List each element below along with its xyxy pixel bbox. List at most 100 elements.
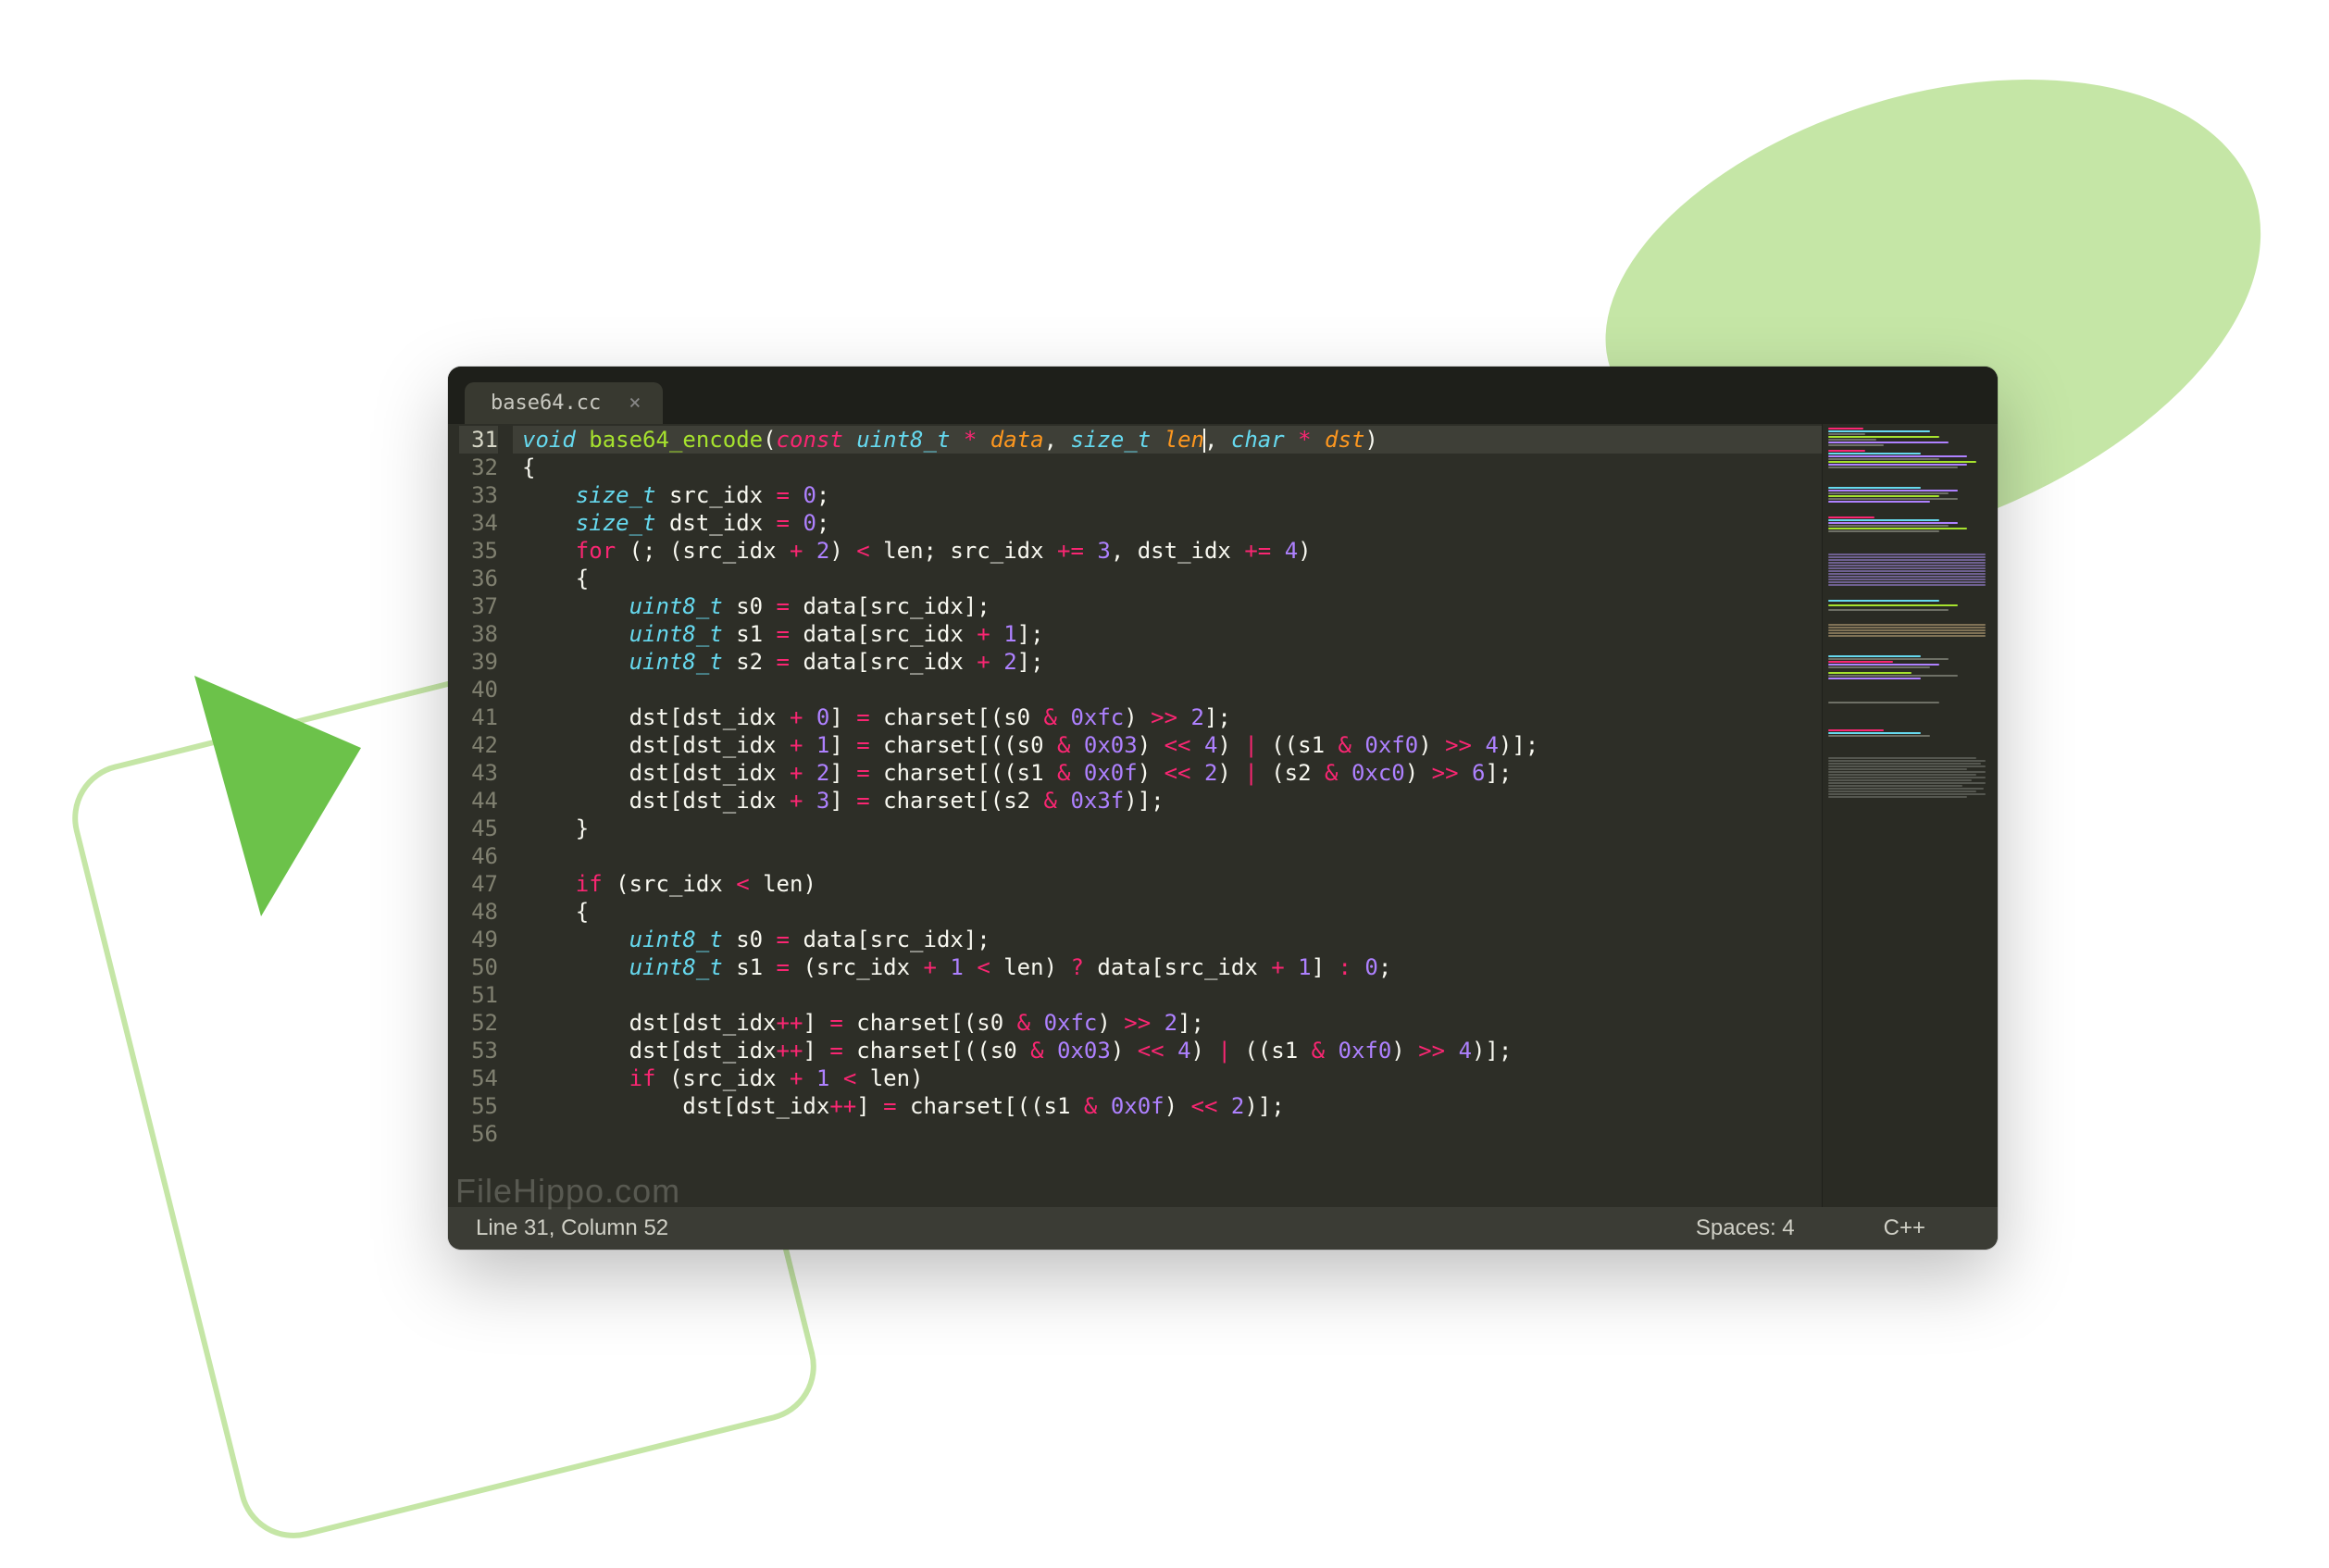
code-line[interactable]: void base64_encode(const uint8_t * data,… xyxy=(513,426,1822,454)
code-line[interactable]: dst[dst_idx + 1] = charset[((s0 & 0x03) … xyxy=(513,731,1822,759)
code-line[interactable]: dst[dst_idx++] = charset[((s0 & 0x03) <<… xyxy=(513,1037,1822,1064)
gutter-line[interactable]: 49 xyxy=(459,926,498,953)
minimap-line xyxy=(1828,453,1921,454)
status-bar: Line 31, Column 52 Spaces: 4 C++ xyxy=(448,1207,1998,1250)
minimap-line xyxy=(1828,576,1986,578)
code-line[interactable] xyxy=(513,1120,1822,1148)
gutter-line[interactable]: 33 xyxy=(459,481,498,509)
minimap-line xyxy=(1828,519,1939,521)
minimap-line xyxy=(1828,530,1939,532)
minimap-line xyxy=(1828,495,1939,497)
minimap-line xyxy=(1828,672,1912,674)
gutter-line[interactable]: 51 xyxy=(459,981,498,1009)
minimap-line xyxy=(1828,428,1863,429)
code-text[interactable]: void base64_encode(const uint8_t * data,… xyxy=(513,424,1822,1207)
code-line[interactable]: { xyxy=(513,454,1822,481)
gutter-line[interactable]: 47 xyxy=(459,870,498,898)
code-line[interactable]: uint8_t s1 = data[src_idx + 1]; xyxy=(513,620,1822,648)
gutter-line[interactable]: 39 xyxy=(459,648,498,676)
code-line[interactable] xyxy=(513,842,1822,870)
status-syntax[interactable]: C++ xyxy=(1839,1215,1970,1241)
minimap-line xyxy=(1828,609,1949,611)
gutter-line[interactable]: 50 xyxy=(459,953,498,981)
gutter-line[interactable]: 52 xyxy=(459,1009,498,1037)
status-indent[interactable]: Spaces: 4 xyxy=(1651,1215,1839,1241)
gutter-line[interactable]: 34 xyxy=(459,509,498,537)
code-line[interactable]: uint8_t s2 = data[src_idx + 2]; xyxy=(513,648,1822,676)
gutter-line[interactable]: 44 xyxy=(459,787,498,815)
gutter[interactable]: 3132333435363738394041424344454647484950… xyxy=(448,424,513,1207)
minimap-line xyxy=(1828,573,1986,575)
minimap-line xyxy=(1828,661,1893,663)
code-line[interactable]: if (src_idx + 1 < len) xyxy=(513,1064,1822,1092)
gutter-line[interactable]: 37 xyxy=(459,592,498,620)
code-line[interactable]: uint8_t s0 = data[src_idx]; xyxy=(513,926,1822,953)
minimap-line xyxy=(1828,433,1865,435)
code-line[interactable]: size_t src_idx = 0; xyxy=(513,481,1822,509)
gutter-line[interactable]: 53 xyxy=(459,1037,498,1064)
code-line[interactable] xyxy=(513,676,1822,703)
minimap-line xyxy=(1828,779,1972,781)
gutter-line[interactable]: 48 xyxy=(459,898,498,926)
code-line[interactable]: } xyxy=(513,815,1822,842)
minimap-line xyxy=(1828,442,1949,443)
code-line[interactable] xyxy=(513,981,1822,1009)
code-line[interactable]: dst[dst_idx + 3] = charset[(s2 & 0x3f)]; xyxy=(513,787,1822,815)
gutter-line[interactable]: 56 xyxy=(459,1120,498,1148)
code-line[interactable]: { xyxy=(513,565,1822,592)
minimap-line xyxy=(1828,562,1986,564)
code-line[interactable]: if (src_idx < len) xyxy=(513,870,1822,898)
minimap-line xyxy=(1828,785,1962,787)
minimap-line xyxy=(1828,796,1967,798)
minimap-line xyxy=(1828,579,1986,580)
code-line[interactable]: uint8_t s1 = (src_idx + 1 < len) ? data[… xyxy=(513,953,1822,981)
minimap-line xyxy=(1828,567,1986,569)
code-line[interactable]: { xyxy=(513,898,1822,926)
gutter-line[interactable]: 55 xyxy=(459,1092,498,1120)
code-line[interactable]: uint8_t s0 = data[src_idx]; xyxy=(513,592,1822,620)
minimap-line xyxy=(1828,501,1930,503)
minimap-line xyxy=(1828,458,1939,460)
tab-file[interactable]: base64.cc × xyxy=(465,382,663,424)
gutter-line[interactable]: 41 xyxy=(459,703,498,731)
minimap-line xyxy=(1828,554,1986,555)
gutter-line[interactable]: 54 xyxy=(459,1064,498,1092)
gutter-line[interactable]: 42 xyxy=(459,731,498,759)
gutter-line[interactable]: 46 xyxy=(459,842,498,870)
minimap-line xyxy=(1828,604,1958,606)
minimap-line xyxy=(1828,788,1984,790)
gutter-line[interactable]: 45 xyxy=(459,815,498,842)
code-line[interactable]: dst[dst_idx + 2] = charset[((s1 & 0x0f) … xyxy=(513,759,1822,787)
minimap-line xyxy=(1828,498,1958,500)
editor-main: 3132333435363738394041424344454647484950… xyxy=(448,424,1998,1207)
close-icon[interactable]: × xyxy=(629,393,641,414)
tab-file-label: base64.cc xyxy=(491,392,601,415)
gutter-line[interactable]: 43 xyxy=(459,759,498,787)
minimap-line xyxy=(1828,490,1958,492)
gutter-line[interactable]: 36 xyxy=(459,565,498,592)
minimap-line xyxy=(1828,492,1949,494)
code-line[interactable]: dst[dst_idx + 0] = charset[(s0 & 0xfc) >… xyxy=(513,703,1822,731)
minimap-line xyxy=(1828,782,1986,784)
minimap-line xyxy=(1828,771,1986,773)
gutter-line[interactable]: 35 xyxy=(459,537,498,565)
minimap-line xyxy=(1828,559,1986,561)
gutter-line[interactable]: 40 xyxy=(459,676,498,703)
minimap-line xyxy=(1828,516,1874,518)
code-line[interactable]: dst[dst_idx++] = charset[((s1 & 0x0f) <<… xyxy=(513,1092,1822,1120)
code-line[interactable]: size_t dst_idx = 0; xyxy=(513,509,1822,537)
minimap-line xyxy=(1828,570,1986,572)
status-position[interactable]: Line 31, Column 52 xyxy=(476,1215,668,1241)
minimap-line xyxy=(1828,467,1958,468)
minimap-line xyxy=(1828,763,1981,765)
minimap[interactable] xyxy=(1822,424,1998,1207)
minimap-line xyxy=(1828,632,1986,634)
minimap-line xyxy=(1828,765,1986,767)
gutter-line[interactable]: 31 xyxy=(459,426,498,454)
gutter-line[interactable]: 38 xyxy=(459,620,498,648)
code-area[interactable]: 3132333435363738394041424344454647484950… xyxy=(448,424,1822,1207)
code-line[interactable]: for (; (src_idx + 2) < len; src_idx += 3… xyxy=(513,537,1822,565)
code-line[interactable]: dst[dst_idx++] = charset[(s0 & 0xfc) >> … xyxy=(513,1009,1822,1037)
minimap-line xyxy=(1828,768,1967,770)
gutter-line[interactable]: 32 xyxy=(459,454,498,481)
